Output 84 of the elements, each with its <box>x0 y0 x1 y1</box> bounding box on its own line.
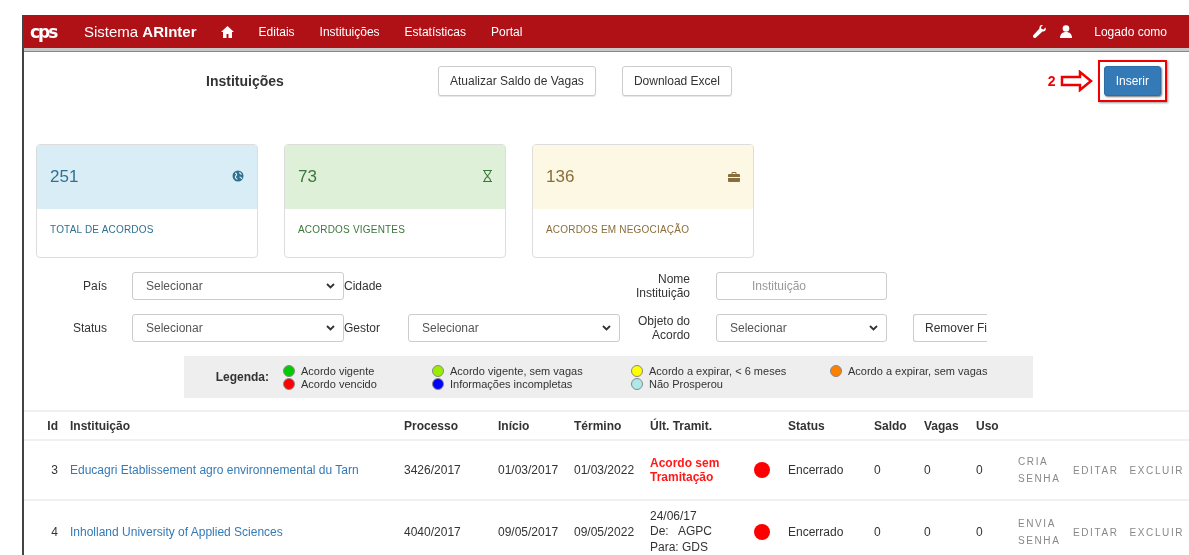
table-cell: 4 <box>24 500 66 555</box>
column-header: Saldo <box>870 411 920 440</box>
user-label: Logado como <box>1094 24 1167 39</box>
toolbar-button[interactable]: Atualizar Saldo de Vagas <box>438 66 596 96</box>
table-cell: Acordo sem Tramitação <box>646 440 750 500</box>
globe-icon <box>232 170 244 182</box>
legend-label: Não Prosperou <box>649 377 723 390</box>
nav-link[interactable]: Estatísticas <box>404 24 466 39</box>
table-cell: 0 <box>972 500 1014 555</box>
table-cell: 01/03/2017 <box>494 440 570 500</box>
action-link[interactable]: CRIA SENHA <box>1018 453 1062 487</box>
nav-link[interactable]: Portal <box>490 24 523 39</box>
action-link[interactable]: EDITAR <box>1073 526 1119 538</box>
legend-label: Acordo vigente, sem vagas <box>450 364 583 377</box>
column-header: Término <box>570 411 646 440</box>
table-cell: 0 <box>870 440 920 500</box>
column-header: Processo <box>400 411 494 440</box>
table-cell: 09/05/2017 <box>494 500 570 555</box>
institution-link[interactable]: Educagri Etablissement agro environnemental du Tarn <box>70 463 359 477</box>
chevron-icon <box>602 325 611 331</box>
stat-label: ACORDOS VIGENTES <box>297 224 407 235</box>
legend-title: Legenda: <box>214 370 269 384</box>
action-link[interactable]: EDITAR <box>1073 464 1119 476</box>
chevron-icon <box>326 283 335 289</box>
stat-value: 73 <box>298 167 317 187</box>
page-title: Instituições <box>206 73 285 89</box>
toolbar-button[interactable]: Download Excel <box>621 66 732 96</box>
annotation-number: 2 <box>1047 73 1056 89</box>
hourglass-icon <box>483 170 492 182</box>
select-field[interactable]: Selecionar <box>132 272 344 300</box>
select-field[interactable]: Selecionar <box>132 314 344 342</box>
legend-label: Acordo a expirar, sem vagas <box>848 364 988 377</box>
select-field[interactable]: Selecionar <box>408 314 620 342</box>
column-header: Instituição <box>66 411 400 440</box>
nav-link[interactable]: Instituições <box>319 24 380 39</box>
table-cell: 0 <box>972 440 1014 500</box>
app-title[interactable]: Sistema ARInter <box>84 23 197 40</box>
stat-value: 251 <box>50 167 79 187</box>
table-cell: Encerrado <box>784 500 870 555</box>
nav-link[interactable]: Editais <box>258 24 295 39</box>
column-header: Últ. Tramit. <box>646 411 750 440</box>
column-header: Status <box>784 411 870 440</box>
column-header: Início <box>494 411 570 440</box>
chevron-icon <box>869 325 878 331</box>
filter-label: Objeto do Acordo <box>636 314 691 342</box>
logo[interactable]: cps <box>30 21 56 42</box>
legend-label: Acordo a expirar, < 6 meses <box>649 364 787 377</box>
briefcase-icon <box>728 172 740 182</box>
table-cell: 01/03/2022 <box>570 440 646 500</box>
table-cell: 3 <box>24 440 66 500</box>
select-field[interactable]: Selecionar <box>716 314 887 342</box>
column-header: Uso <box>972 411 1014 440</box>
stat-label: ACORDOS EM NEGOCIAÇÃO <box>545 224 691 235</box>
table-cell: 24/06/17 De: AGPC Para: GDS <box>646 500 750 555</box>
wrench-icon[interactable] <box>1033 25 1047 38</box>
filter-label: Gestor <box>344 321 381 335</box>
table-cell: 0 <box>920 440 972 500</box>
action-link[interactable]: EXCLUIR <box>1129 526 1185 538</box>
table-cell: 09/05/2022 <box>570 500 646 555</box>
insert-button[interactable]: Inserir <box>1103 66 1161 96</box>
column-header: Vagas <box>920 411 972 440</box>
filter-label: Status <box>71 321 108 335</box>
institution-link[interactable]: Inholland University of Applied Sciences <box>70 525 283 539</box>
filter-label: Nome Instituição <box>634 272 691 300</box>
action-link[interactable]: EXCLUIR <box>1129 464 1185 476</box>
column-header: Id <box>24 411 66 440</box>
arrow-icon <box>1059 70 1094 92</box>
remove-filters-button[interactable]: Remover Fi <box>913 314 987 342</box>
legend-label: Acordo vigente <box>301 364 375 377</box>
stat-value: 136 <box>546 167 575 187</box>
table-cell: 0 <box>920 500 972 555</box>
filter-label: Cidade <box>344 279 384 293</box>
user-icon[interactable] <box>1060 25 1073 38</box>
table-cell: Encerrado <box>784 440 870 500</box>
action-link[interactable]: ENVIA SENHA <box>1018 515 1062 549</box>
stat-label: TOTAL DE ACORDOS <box>49 224 155 235</box>
table-cell: 3426/2017 <box>400 440 494 500</box>
table-cell: 4040/2017 <box>400 500 494 555</box>
chevron-icon <box>326 325 335 331</box>
legend-label: Informações incompletas <box>450 377 573 390</box>
legend-label: Acordo vencido <box>301 377 377 390</box>
filter-label: País <box>82 279 108 293</box>
home-icon[interactable] <box>220 25 234 38</box>
table-cell: 0 <box>870 500 920 555</box>
